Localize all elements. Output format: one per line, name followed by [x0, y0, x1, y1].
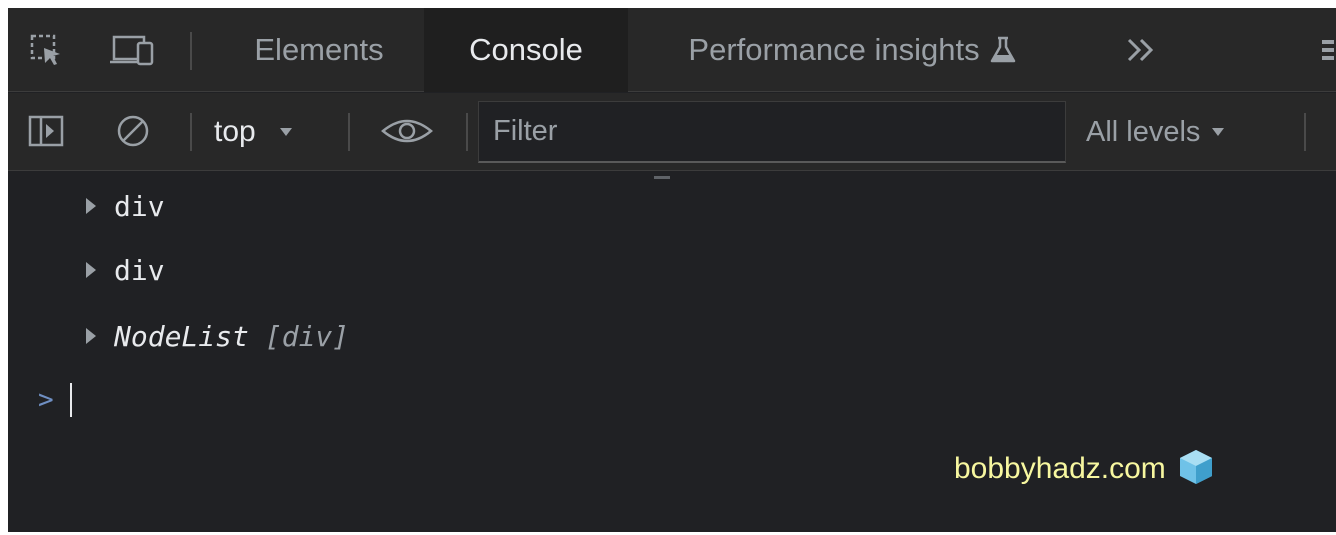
device-toolbar-icon[interactable] [106, 30, 162, 70]
toolbar-divider [466, 113, 468, 151]
log-levels-caret-icon [1212, 128, 1225, 136]
console-log-text: div [114, 253, 165, 287]
console-log-text: div [114, 189, 165, 223]
sidebar-toggle-icon[interactable] [24, 111, 68, 151]
cube-logo-icon [1176, 447, 1216, 491]
settings-menu-icon[interactable] [1314, 30, 1336, 70]
tab-performance-insights[interactable]: Performance insights [628, 8, 1078, 92]
console-toolbar: top All levels [8, 93, 1336, 171]
flask-icon [988, 35, 1018, 65]
console-log-entry[interactable]: div [86, 250, 165, 290]
watermark: bobbyhadz.com [954, 444, 1216, 494]
tab-console-label: Console [469, 32, 583, 67]
text-cursor [69, 383, 72, 417]
tab-bar-divider [190, 32, 192, 70]
log-levels-label: All levels [1086, 115, 1201, 148]
nodelist-label: NodeList [114, 319, 249, 353]
context-selector-value: top [214, 115, 256, 148]
toolbar-divider [190, 113, 192, 151]
expand-triangle-icon[interactable] [86, 198, 96, 214]
devtools-tab-bar: Elements Console Performance insights [8, 8, 1336, 92]
toolbar-divider [1304, 113, 1306, 151]
filter-input[interactable] [478, 101, 1066, 163]
inspect-element-icon[interactable] [26, 30, 66, 70]
tab-performance-insights-label: Performance insights [688, 32, 980, 67]
tab-elements[interactable]: Elements [214, 8, 424, 92]
prompt-chevron-icon: > [38, 385, 54, 415]
clear-console-icon[interactable] [112, 111, 154, 151]
live-expression-eye-icon[interactable] [376, 111, 438, 151]
expand-triangle-icon[interactable] [86, 328, 96, 344]
filter-resize-handle[interactable] [654, 176, 670, 179]
nodelist-detail: [div] [264, 319, 350, 353]
tab-elements-label: Elements [254, 32, 384, 67]
context-selector[interactable]: top [214, 93, 292, 171]
console-log-entry[interactable]: NodeList [div] [86, 316, 349, 356]
more-tabs-icon[interactable] [1118, 30, 1164, 70]
tab-console[interactable]: Console [424, 8, 628, 92]
toolbar-divider [348, 113, 350, 151]
console-prompt[interactable]: > [38, 380, 72, 420]
context-dropdown-caret-icon [279, 128, 292, 136]
devtools-window: Elements Console Performance insights to… [8, 8, 1336, 532]
log-levels-dropdown[interactable]: All levels [1086, 93, 1225, 171]
watermark-text: bobbyhadz.com [954, 452, 1166, 485]
expand-triangle-icon[interactable] [86, 262, 96, 278]
console-log-entry[interactable]: div [86, 186, 165, 226]
